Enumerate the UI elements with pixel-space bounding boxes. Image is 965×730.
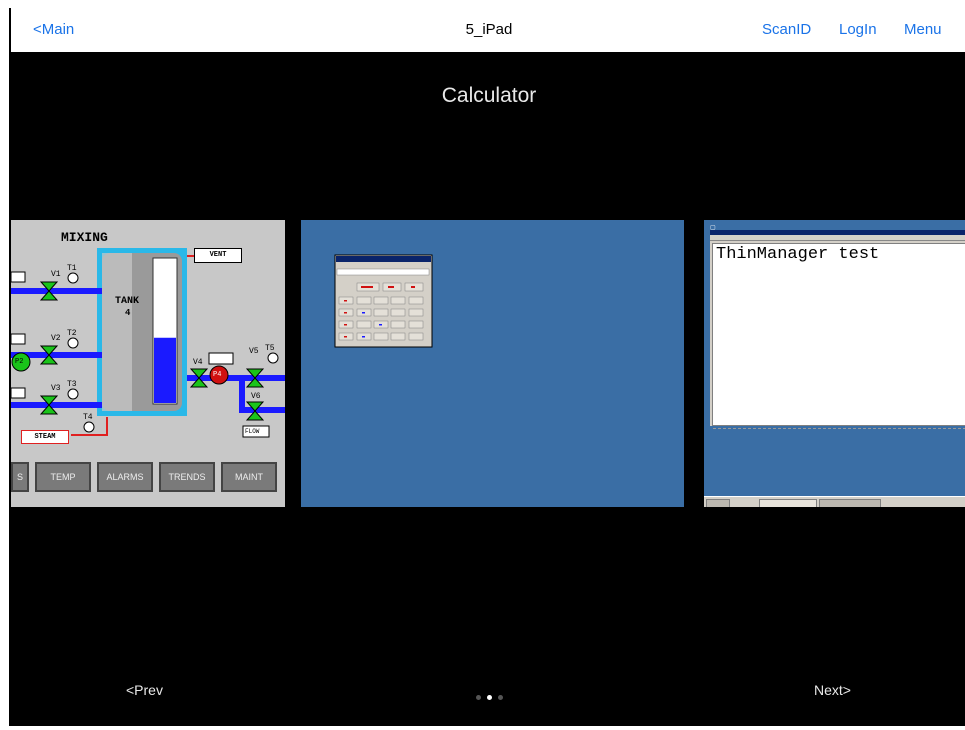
slide-notepad-desktop[interactable]: ▢ ThinManager test [704,220,965,507]
valve-v3-label: V3 [51,384,61,393]
valve-v2-label: V2 [51,334,61,343]
notepad-window: ThinManager test [710,230,965,429]
pump-p2-label: P2 [15,358,24,366]
hmi-button-maint[interactable]: MAINT [221,462,277,492]
calculator-window-thumbnail [334,254,433,348]
hmi-button-alarms[interactable]: ALARMS [97,462,153,492]
taskbar-item-notepad[interactable] [819,499,881,507]
hmi-button-trends[interactable]: TRENDS [159,462,215,492]
vent-tag: VENT [194,248,242,263]
hmi-button-temp[interactable]: TEMP [35,462,91,492]
tank-label: TANK [115,296,140,307]
menu-button[interactable]: Menu [904,21,942,38]
nav-title: 5_iPad [465,21,513,38]
notepad-menu-bar [710,236,965,241]
notepad-title-bar [710,230,965,235]
start-button[interactable] [706,499,730,507]
notepad-text-area[interactable]: ThinManager test [712,243,965,429]
valve-v6-label: V6 [251,392,261,401]
next-button[interactable]: Next> [814,682,851,698]
page-indicator[interactable] [473,687,506,705]
login-button[interactable]: LogIn [839,21,877,38]
tank-number: 4 [125,308,131,318]
valve-v1-label: V1 [51,270,61,279]
temp-t2-label: T2 [67,329,77,338]
screen-title: Calculator [441,84,537,107]
hmi-button-s[interactable]: S [11,462,29,492]
steam-tag: STEAM [21,430,69,444]
prev-button[interactable]: <Prev [126,682,163,698]
taskbar [704,496,965,507]
valve-v4-label: V4 [193,358,203,367]
page-dot-1[interactable] [476,695,481,700]
nav-bar: <Main 5_iPad ScanID LogIn Menu [11,8,965,52]
pump-p4-label: P4 [213,371,222,379]
valve-v5-label: V5 [249,347,259,356]
slide-calculator-desktop[interactable] [301,220,684,507]
page-dot-3[interactable] [498,695,503,700]
app-screen: <Main 5_iPad ScanID LogIn Menu Calculato… [9,8,965,726]
scan-id-button[interactable]: ScanID [762,21,811,38]
temp-t5-label: T5 [265,344,275,353]
slide-mixing-hmi[interactable]: MIXING TANK 4 VENT STEAM FLOW V1 V2 V3 V… [11,220,285,507]
temp-t3-label: T3 [67,380,77,389]
taskbar-item-calculator[interactable] [759,499,817,507]
tank-level-fill [154,337,176,403]
notepad-text: ThinManager test [716,245,880,264]
temp-t4-label: T4 [83,413,93,422]
mixing-title: MIXING [61,230,108,245]
page-dot-2[interactable] [487,695,492,700]
flow-tag: FLOW [245,428,260,435]
temp-t1-label: T1 [67,264,77,273]
